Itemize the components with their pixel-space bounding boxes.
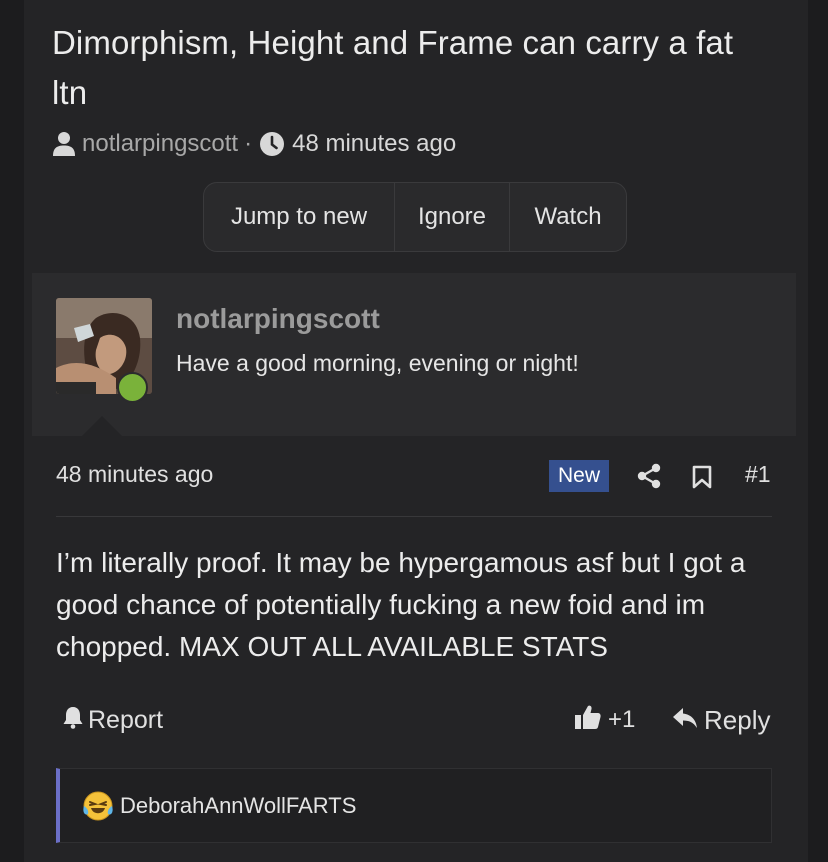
report-label: Report [88,705,164,734]
thread-title: Dimorphism, Height and Frame can carry a… [52,24,734,111]
thread-author-link[interactable]: notlarpingscott [82,130,238,158]
reaction-user-link[interactable]: DeborahAnnWollFARTS [120,793,356,819]
thread-meta: notlarpingscott · 48 minutes ago [52,128,456,160]
like-button[interactable]: +1 [574,704,635,736]
bookmark-icon[interactable] [692,465,712,494]
reply-label: Reply [704,704,771,735]
bell-icon [62,705,88,736]
post-number-link[interactable]: #1 [745,461,771,488]
share-icon[interactable] [637,463,661,494]
meta-separator: · [244,130,253,157]
jump-to-new-button[interactable]: Jump to new [204,183,395,251]
post-divider [56,516,772,517]
like-count: +1 [608,706,636,733]
post-timestamp[interactable]: 48 minutes ago [56,461,213,488]
post-username[interactable]: notlarpingscott [176,303,380,335]
report-button[interactable]: Report [62,704,163,736]
reactions-bar[interactable]: DeborahAnnWollFARTS [56,768,772,843]
online-status-dot [117,372,148,403]
clock-icon [259,131,285,157]
laughing-crying-emoji-icon [82,790,114,822]
thread-time[interactable]: 48 minutes ago [292,130,456,158]
new-badge: New [549,460,609,492]
watch-button[interactable]: Watch [510,183,626,251]
thumbs-up-icon [574,703,608,738]
post-body: I’m literally proof. It may be hypergamo… [56,547,746,662]
user-icon [52,131,76,157]
user-tagline: Have a good morning, evening or night! [176,350,579,376]
card-pointer [82,416,122,436]
thread-actions: Jump to new Ignore Watch [203,182,627,252]
ignore-button[interactable]: Ignore [395,183,510,251]
reply-arrow-icon [672,705,704,736]
reply-button[interactable]: Reply [672,704,770,736]
